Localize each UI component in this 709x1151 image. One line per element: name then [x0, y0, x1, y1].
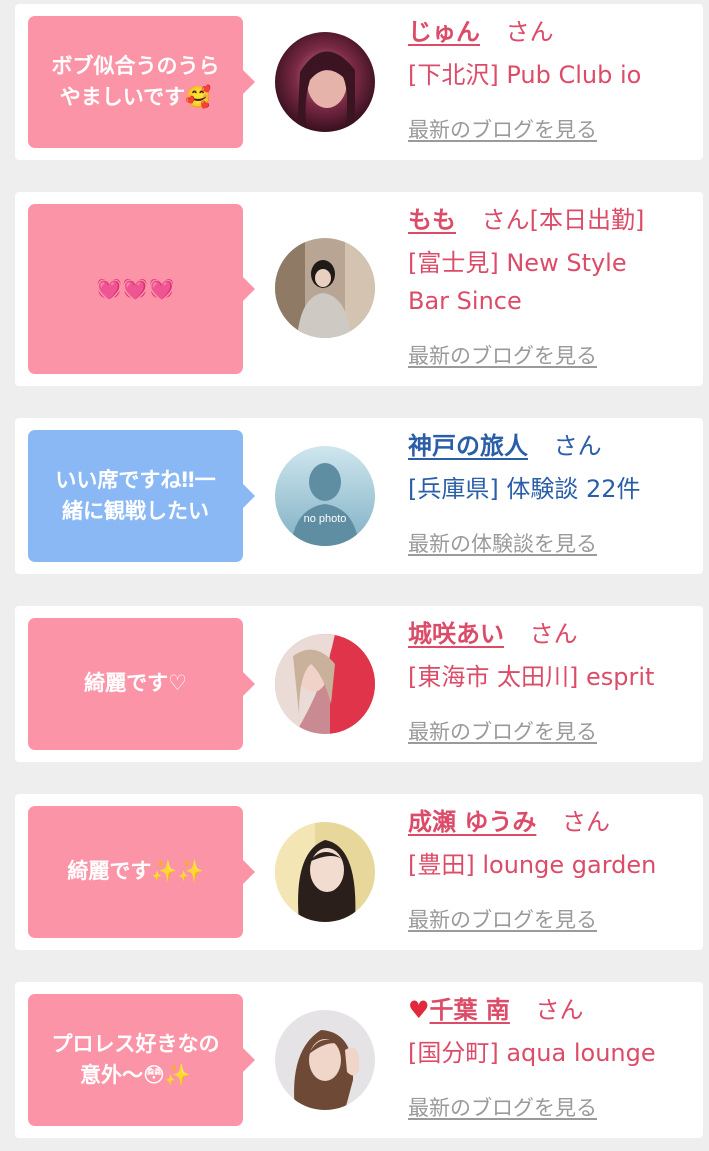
shop-info: [豊田] lounge garden — [408, 851, 657, 879]
comment-text: 💓💓💓 — [96, 276, 175, 301]
status-badge: [本日出勤] — [529, 206, 645, 234]
card-info: じゅん さん [下北沢] Pub Club io 最新のブログを見る — [408, 14, 693, 142]
honorific: さん — [481, 206, 530, 234]
card-info: 神戸の旅人 さん [兵庫県] 体験談 22件 最新の体験談を見る — [408, 428, 693, 556]
bubble-tail — [243, 484, 255, 508]
heart-icon: ♥ — [408, 996, 430, 1024]
avatar[interactable] — [275, 32, 375, 132]
honorific: さん — [553, 432, 602, 460]
avatar[interactable] — [275, 634, 375, 734]
comment-bubble: いい席ですね‼︎一 緒に観戦したい — [28, 430, 255, 562]
card-info: 城咲あい さん [東海市 太田川] esprit 最新のブログを見る — [408, 616, 693, 744]
comment-text: 綺麗です✨✨ — [67, 859, 204, 884]
user-name-link[interactable]: 成瀬 ゆうみ — [408, 808, 536, 836]
latest-blog-link[interactable]: 最新のブログを見る — [408, 114, 597, 144]
honorific: さん — [535, 996, 584, 1024]
latest-blog-link[interactable]: 最新のブログを見る — [408, 340, 597, 370]
card-info: 成瀬 ゆうみ さん [豊田] lounge garden 最新のブログを見る — [408, 804, 693, 932]
bubble-tail — [243, 277, 255, 301]
comment-card: 綺麗です✨✨ 成瀬 ゆうみ さん [豊田] lounge garden 最新のブ… — [15, 794, 703, 950]
latest-blog-link[interactable]: 最新のブログを見る — [408, 904, 597, 934]
avatar[interactable] — [275, 822, 375, 922]
bubble-tail — [243, 70, 255, 94]
comment-card: ボブ似合うのうら やましいです🥰 じゅん さん [下北沢] Pub Club i… — [15, 4, 703, 160]
latest-review-link[interactable]: 最新の体験談を見る — [408, 528, 597, 558]
honorific: さん — [562, 808, 610, 836]
card-info: ♥千葉 南 さん [国分町] aqua lounge 最新のブログを見る — [408, 992, 693, 1120]
comment-card: プロレス好きなの 意外〜😳✨ ♥千葉 南 さん [国分町] aqua loung… — [15, 982, 703, 1138]
comment-bubble: 綺麗です♡ — [28, 618, 255, 750]
user-name-text: 千葉 南 — [429, 996, 510, 1024]
honorific: さん — [529, 620, 578, 648]
avatar[interactable] — [275, 238, 375, 338]
user-name-link[interactable]: 城咲あい — [408, 620, 504, 648]
shop-info: [富士見] New Style Bar Since — [408, 249, 627, 315]
comment-text: いい席ですね‼︎一 緒に観戦したい — [55, 467, 216, 524]
shop-info: [東海市 太田川] esprit — [408, 663, 655, 691]
shop-info: [下北沢] Pub Club io — [408, 61, 642, 89]
bubble-tail — [243, 860, 255, 884]
bubble-tail — [243, 672, 255, 696]
user-name-link[interactable]: もも — [408, 206, 456, 234]
bubble-tail — [243, 1048, 255, 1072]
no-photo-label: no photo — [304, 513, 347, 525]
user-name-link[interactable]: 神戸の旅人 — [408, 432, 528, 460]
comment-card: 綺麗です♡ 城咲あい さん [東海市 太田川] esprit 最新のブログを見る — [15, 606, 703, 762]
comment-card: 💓💓💓 もも さん[本日出勤] [富士見] New Style Bar Sinc… — [15, 192, 703, 386]
honorific: さん — [505, 18, 554, 46]
comment-bubble: プロレス好きなの 意外〜😳✨ — [28, 994, 255, 1126]
shop-info: [国分町] aqua lounge — [408, 1039, 656, 1067]
comment-bubble: 💓💓💓 — [28, 204, 255, 374]
comment-bubble: ボブ似合うのうら やましいです🥰 — [28, 16, 255, 148]
latest-blog-link[interactable]: 最新のブログを見る — [408, 716, 597, 746]
user-name-link[interactable]: じゅん — [408, 18, 480, 46]
avatar[interactable] — [275, 1010, 375, 1110]
comment-card: いい席ですね‼︎一 緒に観戦したい no photo 神戸の旅人 さん [兵庫県… — [15, 418, 703, 574]
comment-bubble: 綺麗です✨✨ — [28, 806, 255, 938]
comment-text: プロレス好きなの 意外〜😳✨ — [51, 1031, 220, 1088]
card-info: もも さん[本日出勤] [富士見] New Style Bar Since 最新… — [408, 202, 693, 368]
user-name-link[interactable]: ♥千葉 南 — [408, 996, 510, 1024]
avatar[interactable]: no photo — [275, 446, 375, 546]
review-info: [兵庫県] 体験談 22件 — [408, 475, 641, 503]
latest-blog-link[interactable]: 最新のブログを見る — [408, 1092, 597, 1122]
comment-text: ボブ似合うのうら やましいです🥰 — [51, 53, 220, 110]
comment-text: 綺麗です♡ — [84, 671, 187, 696]
